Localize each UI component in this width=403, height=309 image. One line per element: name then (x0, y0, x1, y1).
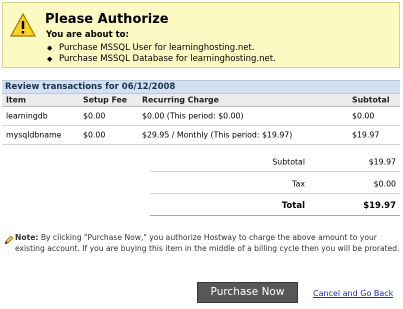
tax-label: Tax (292, 179, 305, 188)
authorize-title: Please Authorize (45, 12, 169, 27)
purchase-item: ◆ Purchase MSSQL Database for learninghos… (47, 54, 276, 64)
tax-value: $0.00 (373, 179, 396, 188)
col-subtotal: Subtotal (352, 95, 390, 105)
review-heading: Review transactions for 06/12/2008 (2, 80, 400, 94)
transactions-table: Item Setup Fee Recurring Charge Subtotal… (2, 94, 400, 145)
authorize-subtitle: You are about to: (46, 30, 129, 40)
subtotal-label: Subtotal (272, 157, 305, 166)
authorize-panel: Please Authorize You are about to: ◆ Purc… (2, 2, 400, 68)
purchase-now-button[interactable]: Purchase Now (197, 282, 298, 303)
bullet-icon: ◆ (47, 55, 53, 63)
note-label: Note: (15, 233, 39, 242)
total-row: Total $19.97 (150, 196, 400, 216)
pencil-icon (4, 235, 14, 245)
item-name: mysqldbname (6, 130, 62, 140)
total-value: $19.97 (363, 200, 396, 211)
warning-icon (10, 13, 36, 37)
note-section: Note: By clicking "Purchase Now," you au… (2, 233, 400, 254)
recurring-charge: $0.00 (This period: $0.00) (142, 111, 244, 121)
table-header: Item Setup Fee Recurring Charge Subtotal (2, 94, 400, 107)
tax-row: Tax $0.00 (150, 174, 400, 194)
recurring-charge: $29.95 / Monthly (This period: $19.97) (142, 130, 293, 140)
bullet-icon: ◆ (47, 44, 53, 52)
table-row: mysqldbname $0.00 $29.95 / Monthly (This… (2, 126, 400, 145)
setup-fee: $0.00 (83, 130, 106, 140)
note-text: By clicking "Purchase Now," you authoriz… (15, 233, 400, 253)
row-subtotal: $19.97 (352, 130, 380, 140)
table-row: learningdb $0.00 $0.00 (This period: $0.… (2, 107, 400, 126)
col-setup-fee: Setup Fee (83, 95, 128, 105)
setup-fee: $0.00 (83, 111, 106, 121)
subtotal-row: Subtotal $19.97 (150, 152, 400, 172)
purchase-list: ◆ Purchase MSSQL User for learninghosting… (47, 43, 276, 65)
item-name: learningdb (6, 111, 48, 121)
col-item: Item (6, 95, 27, 105)
subtotal-value: $19.97 (368, 157, 396, 166)
cancel-link[interactable]: Cancel and Go Back (313, 289, 393, 298)
total-label: Total (281, 200, 305, 211)
col-recurring-charge: Recurring Charge (142, 95, 219, 105)
purchase-item: ◆ Purchase MSSQL User for learninghosting… (47, 43, 255, 53)
row-subtotal: $0.00 (352, 111, 375, 121)
